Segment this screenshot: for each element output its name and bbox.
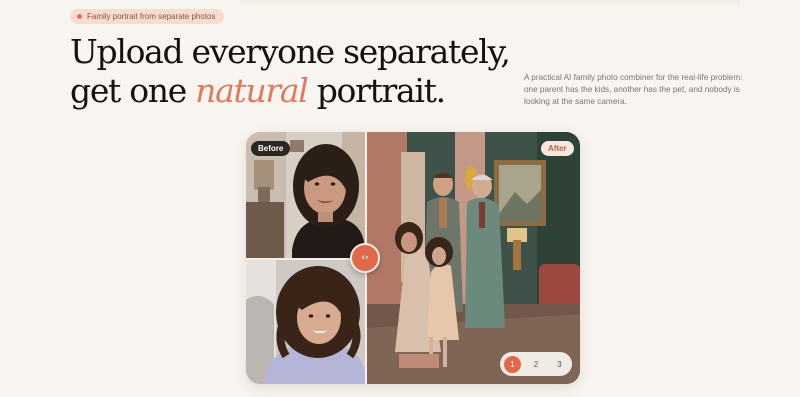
eyebrow-badge: Family portrait from separate photos <box>70 9 224 24</box>
chevron-left-right-icon: ‹› <box>361 253 369 263</box>
hero-description: A practical AI family photo combiner for… <box>524 73 743 106</box>
dot-icon <box>77 14 82 19</box>
page-button-2[interactable]: 2 <box>528 356 545 373</box>
example-pagination: 1 2 3 <box>500 352 572 376</box>
headline-line-1: Upload everyone separately, <box>70 32 511 71</box>
before-photos-divider <box>246 258 365 260</box>
comparison-slider-handle[interactable]: ‹› <box>350 243 380 273</box>
after-photo-family-portrait <box>367 132 580 384</box>
page-button-1[interactable]: 1 <box>504 355 521 373</box>
top-nav-shadow <box>240 0 740 6</box>
headline-line-2-start: get one <box>70 71 196 110</box>
before-after-comparison[interactable]: Before After ‹› 1 2 3 <box>246 132 580 384</box>
before-label: Before <box>251 141 291 156</box>
headline-accent-word: natural <box>195 71 309 110</box>
eyebrow-label: Family portrait from separate photos <box>87 12 216 21</box>
headline-line-2-end: portrait. <box>307 71 446 110</box>
page-title: Upload everyone separately, get one natu… <box>70 32 511 110</box>
before-photo-child <box>246 260 365 384</box>
page-button-3[interactable]: 3 <box>551 356 568 373</box>
after-label: After <box>541 141 574 156</box>
